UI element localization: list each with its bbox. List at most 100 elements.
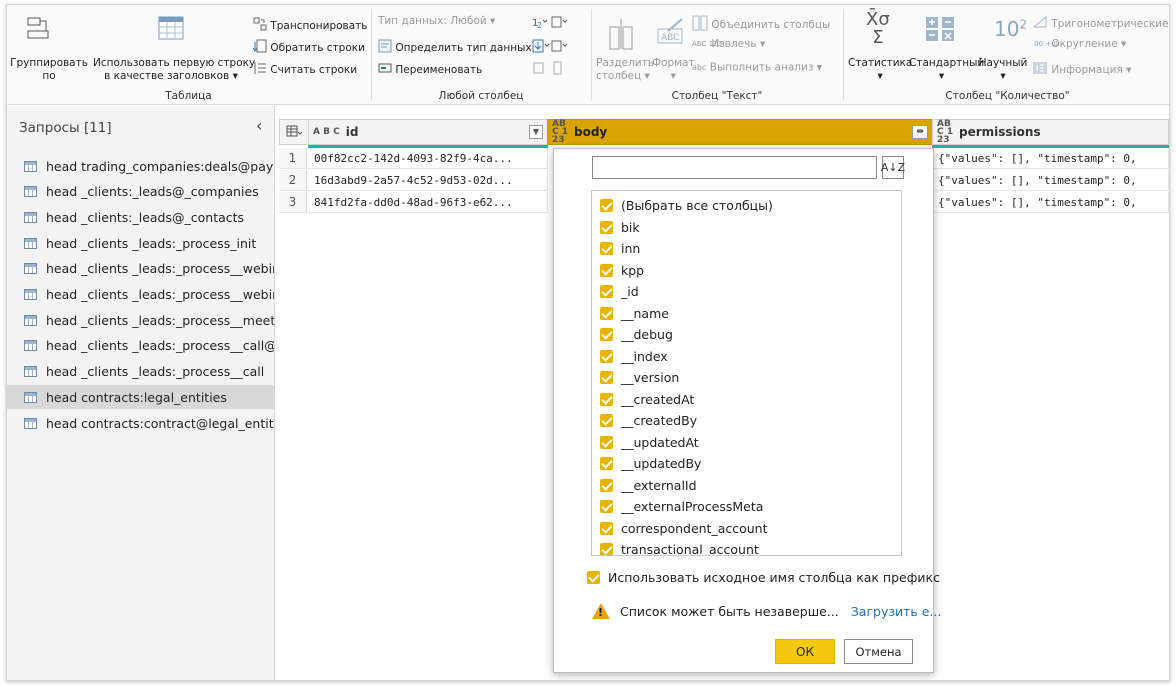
chevron-down-icon: ▾ <box>1000 70 1006 82</box>
trigonometry-button[interactable]: Тригонометрические ▾ <box>1032 15 1169 33</box>
checkbox-checked-icon <box>600 349 613 363</box>
column-option-label: inn <box>621 241 641 256</box>
extract-button[interactable]: ABC 123 Извлечь ▾ <box>692 38 765 51</box>
reverse-rows-button[interactable]: Обратить строки <box>252 39 365 57</box>
query-item[interactable]: head _clients _leads:_process__call <box>7 360 274 384</box>
table-cell-id[interactable]: 00f82cc2-142d-4093-82f9-4ca... <box>308 148 548 169</box>
scientific-button[interactable]: Научный ▾ <box>978 57 1028 83</box>
split-column-label-2: столбец <box>596 70 642 82</box>
table-cell-permissions[interactable]: {"values": [], "timestamp": 0, <box>932 192 1169 213</box>
query-item[interactable]: head contracts:legal_entities <box>7 385 274 410</box>
use-prefix-label: Использовать исходное имя столбца как пр… <box>608 570 940 585</box>
transpose-icon <box>253 17 267 35</box>
column-option[interactable]: __version <box>600 367 679 388</box>
query-item[interactable]: head _clients _leads:_process__meeting <box>7 308 274 332</box>
column-option-label: __updatedBy <box>621 456 702 471</box>
table-cell-id[interactable]: 841fd2fa-dd0d-48ad-96f3-e62... <box>308 192 548 213</box>
queries-pane: Запросы [11] ‹ head trading_companies:de… <box>7 106 275 680</box>
query-item[interactable]: head _clients:_leads@_companies <box>7 180 274 204</box>
column-option[interactable]: __name <box>600 303 669 324</box>
column-option[interactable]: __updatedBy <box>600 453 701 474</box>
ribbon-group-label-number-column: Столбец "Количество" <box>945 90 1070 102</box>
data-type-label: Тип данных: Любой <box>378 15 487 27</box>
information-button[interactable]: Информация ▾ <box>1032 61 1131 79</box>
use-first-row-button[interactable]: Использовать первую строку в качестве за… <box>93 57 255 83</box>
group-by-button[interactable]: Группировать по <box>9 57 89 83</box>
format-button[interactable]: Формат ▾ <box>652 57 695 83</box>
scientific-label: Научный <box>978 57 1028 69</box>
query-item[interactable]: head _clients _leads:_process__webinar <box>7 283 274 307</box>
query-item-label: head _clients _leads:_process__webina... <box>46 261 274 277</box>
checkbox-checked-icon <box>600 500 613 513</box>
column-option-label: __version <box>621 370 680 385</box>
cancel-button[interactable]: Отмена <box>844 639 913 664</box>
ok-button[interactable]: ОК <box>775 639 835 664</box>
column-header-id[interactable]: A B C id ▼ <box>308 119 548 145</box>
expand-column-icon[interactable]: ⇹ <box>912 125 928 139</box>
query-item[interactable]: head contracts:contract@legal_entity <box>7 411 274 435</box>
transpose-button[interactable]: Транспонировать <box>253 17 368 35</box>
split-column-button[interactable]: Разделить столбец ▾ <box>596 57 654 83</box>
format-abc-badge: ABC <box>661 33 679 43</box>
chevron-down-icon: ▾ <box>759 38 766 50</box>
column-option[interactable]: __updatedAt <box>600 432 699 453</box>
rename-button[interactable]: Переименовать <box>378 61 482 79</box>
parse-button[interactable]: abc Выполнить анализ ▾ <box>692 61 822 75</box>
query-item[interactable]: head _clients _leads:_process__webina... <box>7 257 274 281</box>
fill-button[interactable] <box>532 39 568 57</box>
column-header-permissions[interactable]: ABC 123 permissions <box>932 119 1169 145</box>
column-option[interactable]: correspondent_account <box>600 518 768 539</box>
column-option-label: (Выбрать все столбцы) <box>621 198 773 213</box>
column-header-body[interactable]: ABC 123 body ⇹ <box>547 119 933 145</box>
table-cell-permissions[interactable]: {"values": [], "timestamp": 0, <box>932 148 1169 169</box>
count-rows-label: Считать строки <box>270 64 358 76</box>
column-option-label: correspondent_account <box>621 520 768 536</box>
column-option[interactable]: __createdAt <box>600 389 694 410</box>
query-item[interactable]: head _clients _leads:_process_init <box>7 231 274 255</box>
data-type-dropdown[interactable]: Тип данных: Любой ▾ <box>378 15 495 28</box>
column-filter-chevron-icon[interactable]: ▼ <box>529 125 543 139</box>
detect-type-button[interactable]: Определить тип данных <box>378 39 532 57</box>
rounding-button[interactable]: .00 +.0 Округление ▾ <box>1032 38 1126 51</box>
table-cell-id[interactable]: 16d3abd9-2a57-4c52-9d53-02d... <box>308 170 548 191</box>
checkbox-checked-icon <box>600 199 613 212</box>
table-menu-button[interactable] <box>279 119 309 145</box>
extract-icon: ABC 123 <box>692 40 722 48</box>
ribbon-group-any-column: Тип данных: Любой ▾ Определить тип данны… <box>372 5 590 105</box>
checkbox-checked-icon <box>600 328 613 341</box>
replace-values-button[interactable]: 12 <box>532 15 568 33</box>
transpose-label: Транспонировать <box>270 20 368 32</box>
count-rows-button[interactable]: Считать строки <box>253 61 357 79</box>
column-option[interactable]: _id <box>600 281 639 302</box>
extract-label: Извлечь <box>711 38 757 50</box>
collapse-pane-chevron-icon[interactable]: ‹ <box>256 116 262 135</box>
query-item[interactable]: head _clients _leads:_process__call@_l..… <box>7 334 274 358</box>
table-cell-permissions[interactable]: {"values": [], "timestamp": 0, <box>932 170 1169 191</box>
statistics-button[interactable]: Статистика ▾ <box>848 57 912 83</box>
column-option[interactable]: __debug <box>600 324 673 345</box>
column-option[interactable]: inn <box>600 238 640 259</box>
query-item[interactable]: head _clients:_leads@_contacts <box>7 205 274 229</box>
chevron-down-icon: ▾ <box>644 70 650 82</box>
column-option[interactable]: __index <box>600 346 668 367</box>
sort-az-button[interactable]: A↓Z <box>881 156 905 179</box>
column-search-input[interactable] <box>592 156 877 179</box>
column-option[interactable]: __createdBy <box>600 410 697 431</box>
table-icon <box>24 160 37 172</box>
information-label: Информация <box>1051 64 1123 76</box>
standard-button[interactable]: Стандартный ▾ <box>909 57 984 83</box>
query-item[interactable]: head trading_companies:deals@paym... <box>7 154 274 178</box>
merge-columns-button[interactable]: Объединить столбцы <box>692 15 830 35</box>
column-option[interactable]: __externalId <box>600 475 697 496</box>
column-option[interactable]: kpp <box>600 260 644 281</box>
move-button[interactable] <box>532 61 568 79</box>
column-option[interactable]: bik <box>600 217 640 238</box>
use-prefix-checkbox[interactable]: Использовать исходное имя столбца как пр… <box>587 570 940 585</box>
select-all-columns-option[interactable]: (Выбрать все столбцы) <box>600 195 773 216</box>
column-option[interactable]: transactional_account <box>600 539 759 555</box>
incomplete-list-warning: Список может быть незаверше... Загрузить… <box>592 603 941 619</box>
column-header-label: permissions <box>959 125 1041 139</box>
column-option-label: __debug <box>621 327 673 342</box>
column-option[interactable]: __externalProcessMeta <box>600 496 763 517</box>
load-more-link[interactable]: Загрузить е... <box>851 604 942 619</box>
